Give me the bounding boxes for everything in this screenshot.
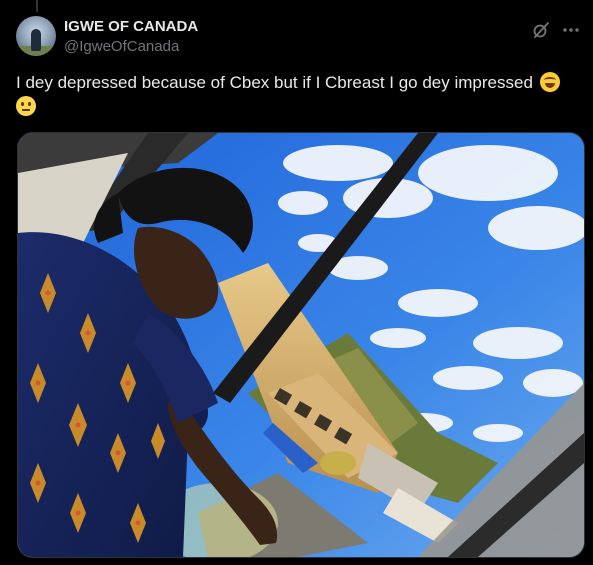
tears-of-joy-emoji-icon <box>539 72 560 92</box>
post-text-body: I dey depressed because of Cbex but if I… <box>16 73 533 92</box>
thread-connector-line <box>36 0 38 12</box>
photo-illustration <box>18 133 584 557</box>
post-text: I dey depressed because of Cbex but if I… <box>16 71 581 119</box>
post-photo[interactable] <box>17 132 585 558</box>
author-avatar[interactable] <box>16 16 56 56</box>
post-header: IGWE OF CANADA @IgweOfCanada <box>16 14 581 62</box>
neutral-face-emoji-icon <box>16 96 36 116</box>
author-handle[interactable]: @IgweOfCanada <box>64 38 179 55</box>
grok-icon[interactable] <box>531 20 551 40</box>
more-icon[interactable] <box>561 20 581 40</box>
author-name[interactable]: IGWE OF CANADA <box>64 18 198 35</box>
